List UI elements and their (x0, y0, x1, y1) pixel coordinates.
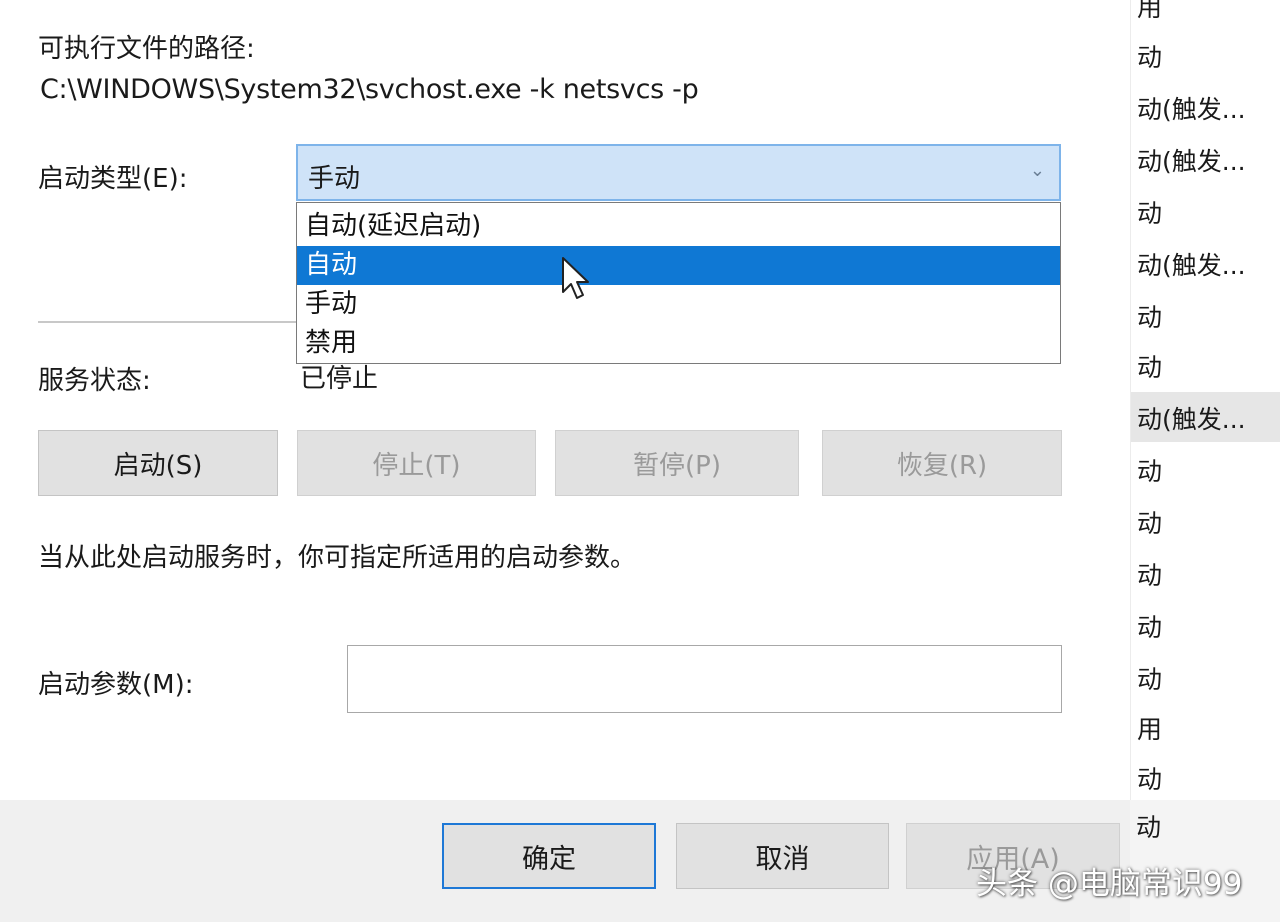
background-services-list: 用 动 动(触发... 动(触发... 动 动(触发... 动 动 动(触发..… (1130, 0, 1280, 800)
list-item: 动 (1137, 303, 1163, 332)
ok-button[interactable]: 确定 (442, 823, 656, 889)
section-divider (38, 321, 296, 323)
list-item: 动 (1137, 199, 1163, 228)
start-params-label: 启动参数(M): (38, 670, 194, 700)
list-item: 动 (1137, 613, 1163, 642)
service-properties-dialog: 可执行文件的路径: C:\WINDOWS\System32\svchost.ex… (0, 0, 1113, 800)
startup-type-combobox[interactable]: 手动 ⌄ (296, 144, 1061, 201)
startup-option-manual[interactable]: 手动 (297, 285, 1060, 324)
startup-type-label: 启动类型(E): (38, 164, 188, 194)
service-status-label: 服务状态: (38, 366, 151, 396)
list-item: 动 (1137, 665, 1163, 694)
list-item: 动 (1137, 765, 1163, 794)
list-item: 动 (1137, 561, 1163, 590)
stop-button[interactable]: 停止(T) (297, 430, 536, 496)
chevron-down-icon[interactable]: ⌄ (1030, 160, 1045, 181)
cancel-button[interactable]: 取消 (676, 823, 889, 889)
list-item: 动(触发... (1137, 405, 1246, 434)
startup-type-dropdown-list: 自动(延迟启动) 自动 手动 禁用 (296, 202, 1061, 364)
startup-type-selected-value: 手动 (308, 164, 361, 194)
watermark-text: 头条 @电脑常识99 (976, 866, 1243, 902)
start-params-input[interactable] (347, 645, 1062, 713)
startup-option-auto-delayed[interactable]: 自动(延迟启动) (297, 207, 1060, 246)
list-item: 动 (1136, 813, 1162, 842)
list-item: 用 (1137, 715, 1163, 744)
list-item: 动(触发... (1137, 147, 1246, 176)
list-item: 动(触发... (1137, 251, 1246, 280)
startup-option-disabled[interactable]: 禁用 (297, 324, 1060, 363)
startup-option-auto[interactable]: 自动 (297, 246, 1060, 285)
resume-button[interactable]: 恢复(R) (822, 430, 1062, 496)
list-item: 动 (1137, 353, 1163, 382)
mouse-cursor-icon (562, 257, 589, 299)
exe-path-label: 可执行文件的路径: (38, 34, 255, 64)
start-params-hint: 当从此处启动服务时，你可指定所适用的启动参数。 (38, 543, 637, 573)
start-button[interactable]: 启动(S) (38, 430, 278, 496)
list-item: 动 (1137, 43, 1163, 72)
list-item: 动(触发... (1137, 95, 1246, 124)
pause-button[interactable]: 暂停(P) (555, 430, 799, 496)
list-item: 用 (1137, 0, 1163, 22)
list-item: 动 (1137, 509, 1163, 538)
exe-path-value: C:\WINDOWS\System32\svchost.exe -k netsv… (40, 74, 699, 105)
list-item: 动 (1137, 457, 1163, 486)
